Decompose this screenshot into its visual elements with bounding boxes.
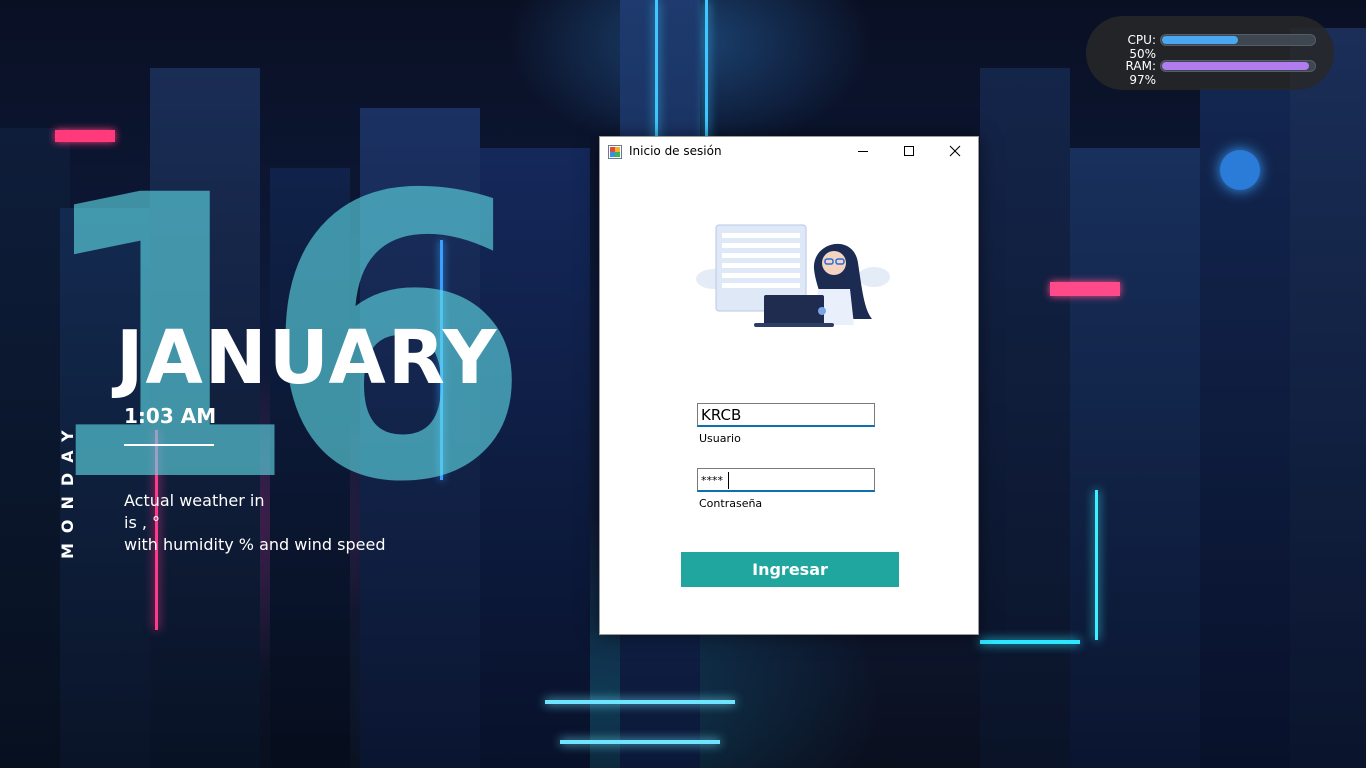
- weather-line: with humidity % and wind speed: [124, 535, 386, 554]
- cpu-bar-fill: [1162, 36, 1238, 44]
- username-label: Usuario: [699, 432, 741, 445]
- close-icon: [949, 145, 961, 157]
- ram-label: RAM: 97%: [1125, 59, 1156, 87]
- widget-weather: Actual weather in is , ° with humidity %…: [124, 490, 424, 556]
- maximize-icon: [904, 146, 914, 156]
- username-input[interactable]: [701, 405, 871, 425]
- close-button[interactable]: [932, 137, 978, 165]
- wallpaper-neon: [545, 700, 735, 704]
- password-label: Contraseña: [699, 497, 763, 510]
- wallpaper-neon: [560, 740, 720, 744]
- cpu-stat: CPU: 50%: [1100, 31, 1320, 61]
- weather-line: Actual weather in: [124, 491, 265, 510]
- widget-divider: [124, 444, 214, 446]
- wallpaper-building: [1070, 148, 1200, 768]
- login-window: Inicio de sesión Usuario: [599, 136, 979, 635]
- widget-weekday: MONDAY: [58, 400, 98, 580]
- password-field[interactable]: [697, 468, 875, 492]
- username-field[interactable]: [697, 403, 875, 427]
- ram-bar: [1160, 60, 1316, 72]
- login-button[interactable]: Ingresar: [681, 552, 899, 587]
- text-caret: [728, 472, 729, 489]
- widget-time: 1:03 AM: [124, 404, 217, 428]
- weather-line: is , °: [124, 513, 161, 532]
- widget-weekday-text: MONDAY: [58, 420, 77, 560]
- wallpaper-neon: [1220, 150, 1260, 190]
- ram-bar-fill: [1162, 62, 1310, 70]
- title-bar[interactable]: Inicio de sesión: [600, 137, 978, 165]
- wallpaper-building: [480, 148, 590, 768]
- window-title: Inicio de sesión: [629, 144, 722, 158]
- minimize-icon: [858, 151, 868, 152]
- minimize-button[interactable]: [840, 137, 886, 165]
- password-input[interactable]: [701, 470, 871, 491]
- login-illustration: [696, 224, 890, 327]
- widget-month: JANUARY: [116, 315, 499, 401]
- wallpaper-building: [1290, 28, 1366, 768]
- wallpaper-neon: [980, 640, 1080, 644]
- wallpaper-neon: [1050, 282, 1120, 296]
- wallpaper-neon: [1095, 490, 1098, 640]
- app-icon: [608, 144, 622, 159]
- wallpaper-building: [980, 68, 1070, 768]
- cpu-bar: [1160, 34, 1316, 46]
- wallpaper-building: [1200, 88, 1300, 768]
- maximize-button[interactable]: [886, 137, 932, 165]
- system-stats-widget: CPU: 50% RAM: 97%: [1086, 16, 1334, 90]
- ram-stat: RAM: 97%: [1100, 57, 1320, 87]
